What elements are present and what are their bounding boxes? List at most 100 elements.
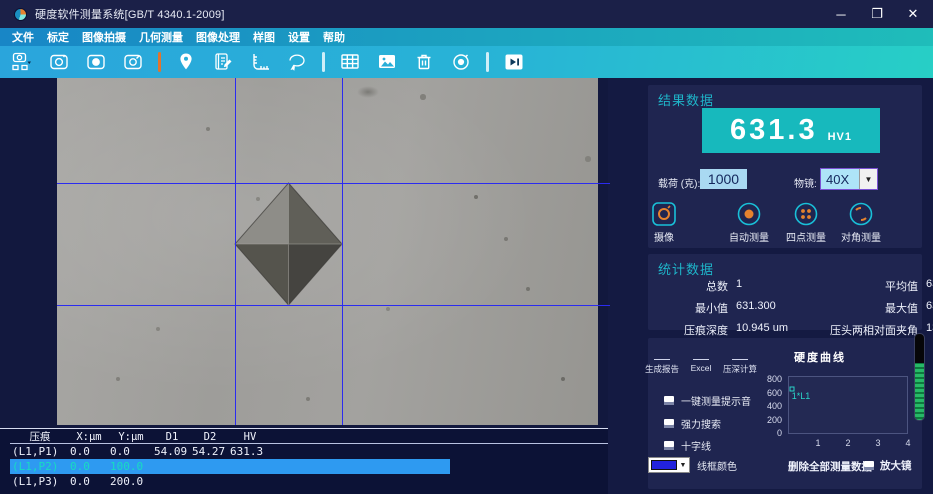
stat-total-value: 1 xyxy=(736,278,743,290)
col-hv: HV xyxy=(243,430,257,443)
microscope-image[interactable] xyxy=(57,78,610,425)
toolbar-separator xyxy=(158,52,161,72)
excel-export-button[interactable]: Excel xyxy=(679,359,723,373)
menu-sample-image[interactable]: 样图 xyxy=(253,29,275,45)
stat-angle-label: 压头两相对面夹角 xyxy=(830,325,918,337)
play-next-icon[interactable] xyxy=(502,50,526,74)
chevron-down-icon[interactable]: ▼ xyxy=(859,169,877,189)
image-view-icon[interactable] xyxy=(375,50,399,74)
trash-icon[interactable] xyxy=(412,50,436,74)
menu-settings[interactable]: 设置 xyxy=(288,29,310,45)
stat-total-label: 总数 xyxy=(706,281,728,293)
depth-calc-button[interactable]: 压深计算 xyxy=(718,359,762,375)
ytick: 0 xyxy=(776,428,782,438)
auto-measure-button[interactable]: 自动测量 xyxy=(719,201,779,244)
edit-note-icon[interactable] xyxy=(211,50,235,74)
checkbox-icon[interactable] xyxy=(864,461,874,470)
menu-image-processing[interactable]: 图像处理 xyxy=(196,29,240,45)
xtick: 1 xyxy=(815,438,821,448)
cell-indent: (L1,P3) xyxy=(12,475,59,488)
chevron-down-icon[interactable]: ▼ xyxy=(677,462,689,469)
col-x: X:μm xyxy=(76,430,102,443)
stat-mean-label: 平均值 xyxy=(885,281,918,293)
statistics-section: 统计数据 总数 1 平均值 631.300 最小值 631.300 最大值 63… xyxy=(648,254,933,337)
xtick: 2 xyxy=(845,438,851,448)
menu-image-capture[interactable]: 图像拍摄 xyxy=(82,29,126,45)
col-indent: 压痕 xyxy=(29,431,51,443)
grid-table-icon[interactable] xyxy=(338,50,362,74)
delete-all-button[interactable]: 删除全部测量数据 xyxy=(788,459,872,474)
checkbox-icon[interactable] xyxy=(664,396,674,405)
checkbox-icon[interactable] xyxy=(664,441,674,450)
toolbar-separator xyxy=(486,52,489,72)
cell-indent: (L1,P1) xyxy=(12,445,59,458)
cell-x: 0.0 xyxy=(70,445,90,458)
hardness-result-box: 631.3 HV1 xyxy=(702,108,880,153)
cell-d2: 54.27 xyxy=(192,445,226,458)
capture-button[interactable]: 摄像 xyxy=(634,201,694,244)
menu-help[interactable]: 帮助 xyxy=(323,29,345,45)
window-title: 硬度软件测量系统[GB/T 4340.1-2009] xyxy=(35,9,225,21)
cell-hv: 631.3 xyxy=(230,445,264,458)
load-input[interactable] xyxy=(700,169,747,189)
cell-y: 100.0 xyxy=(110,460,144,473)
camera-link-icon[interactable] xyxy=(10,50,34,74)
stat-min-value: 631.300 xyxy=(736,300,776,312)
toolbar xyxy=(0,46,933,78)
hardness-unit: HV1 xyxy=(827,130,852,143)
stat-angle-value: 136 xyxy=(926,322,933,334)
measurement-table: 压痕 X:μm Y:μm D1 D2 HV (L1,P1) 0.0 0.0 54… xyxy=(0,428,608,494)
capture-icon xyxy=(652,202,676,226)
crosshair-top-line[interactable] xyxy=(57,183,610,184)
close-icon[interactable]: ✕ xyxy=(903,6,923,22)
statistics-header: 统计数据 xyxy=(658,262,715,277)
line-color-dropdown[interactable]: ▼ xyxy=(648,457,690,473)
table-row-selected[interactable]: (L1,P2) 0.0 100.0 xyxy=(10,459,608,474)
stat-min-label: 最小值 xyxy=(695,303,728,315)
table-row[interactable]: (L1,P3) 0.0 200.0 xyxy=(10,474,608,489)
minimize-icon[interactable]: ─ xyxy=(831,7,851,22)
hardness-value: 631.3 xyxy=(730,114,818,146)
indentation-diamond xyxy=(234,182,343,306)
strong-search-checkbox-row[interactable]: 强力搜索 xyxy=(664,416,721,431)
results-section: 结果数据 631.3 HV1 载荷 (克): 物镜: 40X ▼ xyxy=(648,85,922,248)
objective-value: 40X xyxy=(821,169,859,189)
camera-rotate-icon[interactable] xyxy=(121,50,145,74)
col-d1: D1 xyxy=(165,430,179,443)
objective-label: 物镜: xyxy=(794,179,817,190)
ytick: 600 xyxy=(766,388,782,398)
maximize-icon[interactable]: ❐ xyxy=(867,6,887,22)
menu-geometry-measure[interactable]: 几何测量 xyxy=(139,29,183,45)
level-slider[interactable] xyxy=(914,333,925,421)
camera-shot-icon[interactable] xyxy=(84,50,108,74)
crosshair-bottom-line[interactable] xyxy=(57,305,610,306)
crosshair-right-line[interactable] xyxy=(342,78,343,425)
strong-search-checkbox-label: 强力搜索 xyxy=(681,420,721,431)
magnifier-row[interactable]: 放大镜 xyxy=(864,458,912,473)
menu-file[interactable]: 文件 xyxy=(12,29,34,45)
record-icon[interactable] xyxy=(449,50,473,74)
table-row[interactable]: (L1,P1) 0.0 0.0 54.09 54.27 631.3 xyxy=(10,444,608,459)
lasso-select-icon[interactable] xyxy=(285,50,309,74)
cell-indent: (L1,P2) xyxy=(12,460,59,473)
camera-capture-icon[interactable] xyxy=(47,50,71,74)
ruler-icon[interactable] xyxy=(248,50,272,74)
line-color-label: 线框颜色 xyxy=(697,461,737,473)
beep-checkbox-row[interactable]: 一键测量提示音 xyxy=(664,393,751,408)
auto-measure-icon xyxy=(737,202,761,226)
stat-depth-value: 10.945 um xyxy=(736,322,788,334)
crosshair-left-line[interactable] xyxy=(235,78,236,425)
checkbox-icon[interactable] xyxy=(664,419,674,428)
cell-d1: 54.09 xyxy=(154,445,188,458)
objective-select[interactable]: 40X ▼ xyxy=(820,168,878,190)
generate-report-button[interactable]: 生成报告 xyxy=(640,359,684,375)
four-point-measure-icon xyxy=(794,202,818,226)
app-logo-icon xyxy=(14,7,27,21)
pin-marker-icon[interactable] xyxy=(174,50,198,74)
load-label: 载荷 (克): xyxy=(658,179,701,190)
four-point-measure-button[interactable]: 四点测量 xyxy=(776,201,836,244)
crosshair-checkbox-row[interactable]: 十字线 xyxy=(664,438,711,453)
cell-x: 0.0 xyxy=(70,475,90,488)
diagonal-measure-button[interactable]: 对角测量 xyxy=(831,201,891,244)
menu-calibration[interactable]: 标定 xyxy=(47,29,69,45)
